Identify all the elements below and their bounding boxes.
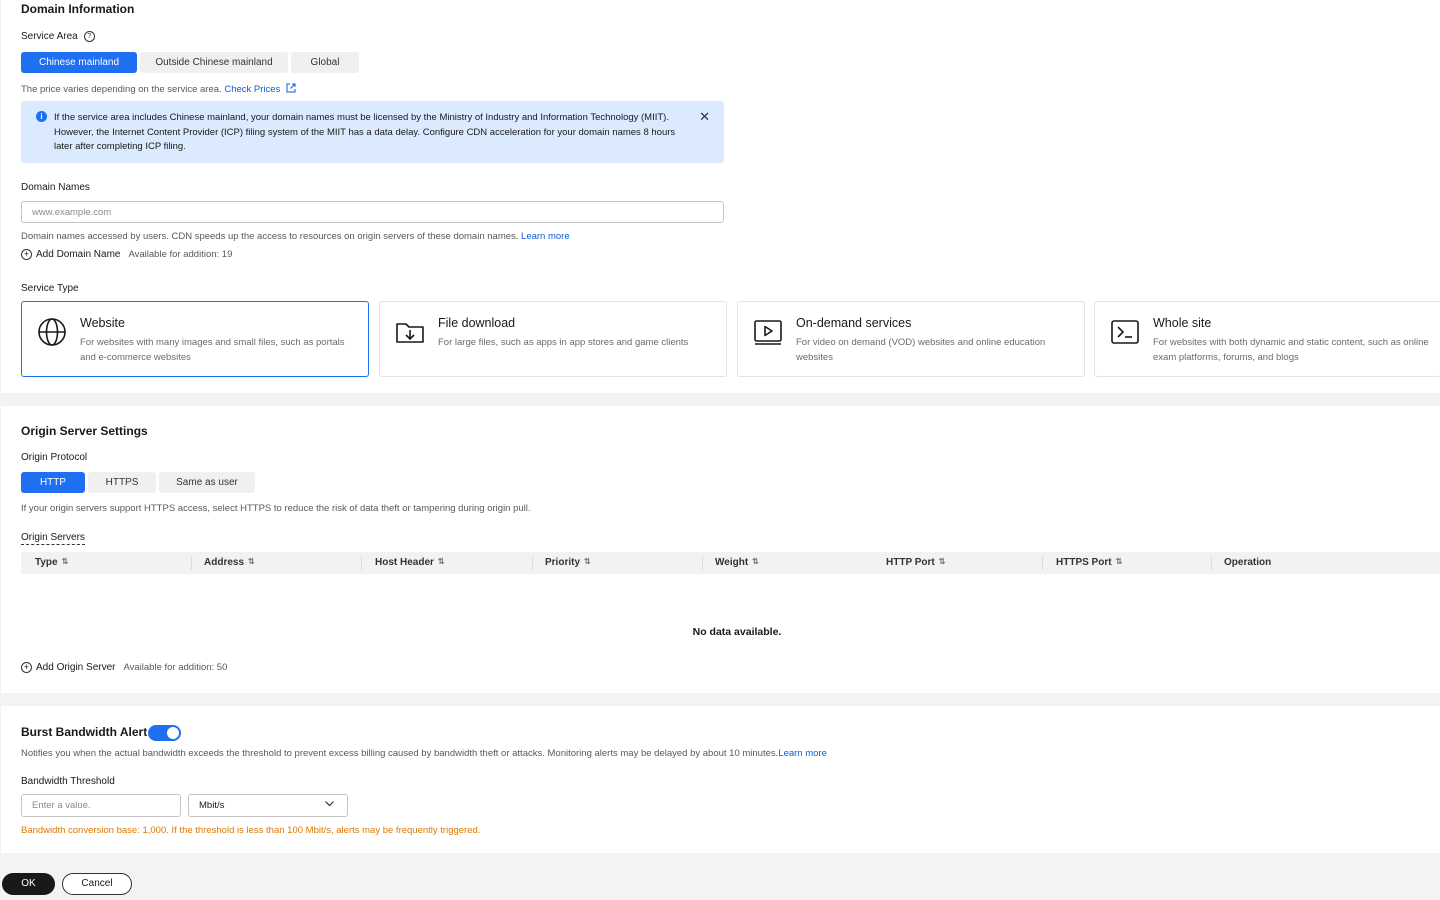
- domain-info-title: Domain Information: [21, 2, 135, 16]
- bandwidth-threshold-input[interactable]: [21, 794, 181, 817]
- origin-protocol-label: Origin Protocol: [21, 452, 88, 463]
- check-prices-link[interactable]: Check Prices: [224, 83, 296, 95]
- burst-title: Burst Bandwidth Alert: [21, 725, 148, 739]
- icp-notice: i If the service area includes Chinese m…: [21, 101, 724, 163]
- column-divider: [191, 556, 192, 570]
- col-priority[interactable]: Priority ⇅: [545, 552, 591, 574]
- protocol-https[interactable]: HTTPS: [88, 472, 156, 493]
- service-type-on-demand[interactable]: On-demand services For video on demand (…: [737, 301, 1085, 377]
- col-address[interactable]: Address ⇅: [204, 552, 255, 574]
- globe-icon: [38, 318, 66, 346]
- service-type-desc: For websites with both dynamic and stati…: [1153, 337, 1429, 363]
- service-area-label: Service Area: [21, 31, 78, 43]
- col-http-port[interactable]: HTTP Port ⇅: [886, 552, 945, 574]
- sort-icon[interactable]: ⇅: [1116, 558, 1123, 566]
- column-divider: [702, 556, 703, 570]
- origin-server-card: Origin Server Settings Origin Protocol H…: [1, 406, 1440, 693]
- plus-circle-icon[interactable]: +: [21, 249, 32, 260]
- price-hint-row: The price varies depending on the servic…: [21, 83, 296, 95]
- cancel-button[interactable]: Cancel: [62, 873, 132, 895]
- sort-icon[interactable]: ⇅: [248, 558, 255, 566]
- close-icon[interactable]: ✕: [699, 110, 710, 123]
- bandwidth-unit-select[interactable]: Mbit/s: [188, 794, 348, 817]
- origin-servers-label: Origin Servers: [21, 532, 85, 545]
- bandwidth-threshold-label: Bandwidth Threshold: [21, 776, 115, 787]
- domain-hint: Domain names accessed by users. CDN spee…: [21, 231, 519, 242]
- add-origin-count: Available for addition: 50: [123, 662, 228, 674]
- notice-line-2: However, the Internet Content Provider (…: [54, 126, 676, 153]
- external-link-icon: [286, 83, 296, 93]
- origin-title: Origin Server Settings: [21, 424, 148, 438]
- column-divider: [532, 556, 533, 570]
- protocol-hint: If your origin servers support HTTPS acc…: [21, 503, 531, 514]
- info-icon: i: [36, 111, 47, 122]
- add-origin-row: + Add Origin Server Available for addition…: [21, 662, 227, 673]
- folder-download-icon: [396, 323, 424, 343]
- service-type-desc: For large files, such as apps in app sto…: [438, 337, 689, 348]
- bandwidth-warning: Bandwidth conversion base: 1,000. If the…: [21, 825, 481, 836]
- service-type-title: File download: [438, 316, 516, 330]
- burst-desc-row: Notifies you when the actual bandwidth e…: [21, 748, 827, 759]
- service-type-file-download[interactable]: File download For large files, such as a…: [379, 301, 727, 377]
- service-area-outside-chinese-mainland[interactable]: Outside Chinese mainland: [140, 52, 288, 73]
- toggle-knob: [167, 727, 179, 739]
- sort-icon[interactable]: ⇅: [584, 558, 591, 566]
- service-area-chinese-mainland[interactable]: Chinese mainland: [21, 52, 137, 73]
- service-area-selector: Chinese mainland Outside Chinese mainlan…: [21, 52, 362, 73]
- domain-information-card: Domain Information Service Area? Chinese…: [1, 0, 1440, 393]
- sort-icon[interactable]: ⇅: [438, 558, 445, 566]
- add-domain-count: Available for addition: 19: [128, 249, 233, 261]
- plus-circle-icon[interactable]: +: [21, 662, 32, 673]
- service-type-desc: For websites with many images and small …: [80, 337, 345, 363]
- domain-name-input[interactable]: [21, 201, 724, 223]
- icp-notice-text: If the service area includes Chinese mai…: [54, 111, 694, 155]
- service-type-website[interactable]: Website For websites with many images an…: [21, 301, 369, 377]
- burst-bandwidth-card: Burst Bandwidth Alert Notifies you when …: [1, 706, 1440, 853]
- column-divider: [1211, 556, 1212, 570]
- column-divider: [361, 556, 362, 570]
- col-host-header[interactable]: Host Header ⇅: [375, 552, 445, 574]
- sort-icon[interactable]: ⇅: [939, 558, 946, 566]
- ok-button[interactable]: OK: [2, 873, 55, 895]
- origin-servers-table-header: Type ⇅ Address ⇅ Host Header ⇅ Priority ⇅ We…: [21, 552, 1440, 574]
- col-operation: Operation: [1224, 557, 1272, 568]
- terminal-icon: [1111, 320, 1139, 344]
- service-type-desc: For video on demand (VOD) websites and o…: [796, 337, 1046, 363]
- help-icon[interactable]: ?: [83, 31, 95, 42]
- burst-alert-toggle[interactable]: [148, 725, 181, 741]
- origin-protocol-selector: HTTP HTTPS Same as user: [21, 472, 258, 493]
- sort-icon[interactable]: ⇅: [752, 558, 759, 566]
- video-play-icon: [754, 320, 782, 345]
- service-area-label-row: Service Area?: [21, 31, 95, 42]
- protocol-same-as-user[interactable]: Same as user: [159, 472, 255, 493]
- sort-icon[interactable]: ⇅: [62, 558, 69, 566]
- burst-desc: Notifies you when the actual bandwidth e…: [21, 748, 779, 759]
- protocol-http[interactable]: HTTP: [21, 472, 85, 493]
- col-https-port[interactable]: HTTPS Port ⇅: [1056, 552, 1122, 574]
- table-empty-text: No data available.: [692, 626, 782, 638]
- add-domain-row: + Add Domain Name Available for addition: …: [21, 249, 232, 260]
- column-divider: [1042, 556, 1043, 570]
- col-type[interactable]: Type ⇅: [35, 552, 68, 574]
- service-type-title: On-demand services: [796, 316, 912, 330]
- domain-hint-row: Domain names accessed by users. CDN spee…: [21, 231, 570, 242]
- unit-selected-value: Mbit/s: [199, 800, 225, 811]
- notice-line-1: If the service area includes Chinese mai…: [54, 112, 669, 123]
- domain-learn-more-link[interactable]: Learn more: [521, 231, 570, 242]
- origin-servers-label-wrap: Origin Servers: [21, 532, 85, 545]
- price-hint: The price varies depending on the servic…: [21, 84, 222, 95]
- service-area-global[interactable]: Global: [291, 52, 359, 73]
- service-type-title: Whole site: [1153, 316, 1212, 330]
- chevron-down-icon: [325, 801, 334, 807]
- add-domain-button[interactable]: Add Domain Name: [36, 249, 120, 260]
- service-type-title: Website: [80, 316, 125, 330]
- service-type-label: Service Type: [21, 283, 79, 294]
- add-origin-server-button[interactable]: Add Origin Server: [36, 662, 115, 673]
- domain-names-label: Domain Names: [21, 182, 90, 193]
- service-type-whole-site[interactable]: Whole site For websites with both dynami…: [1094, 301, 1440, 377]
- col-weight[interactable]: Weight ⇅: [715, 552, 759, 574]
- burst-learn-more-link[interactable]: Learn more: [778, 748, 827, 759]
